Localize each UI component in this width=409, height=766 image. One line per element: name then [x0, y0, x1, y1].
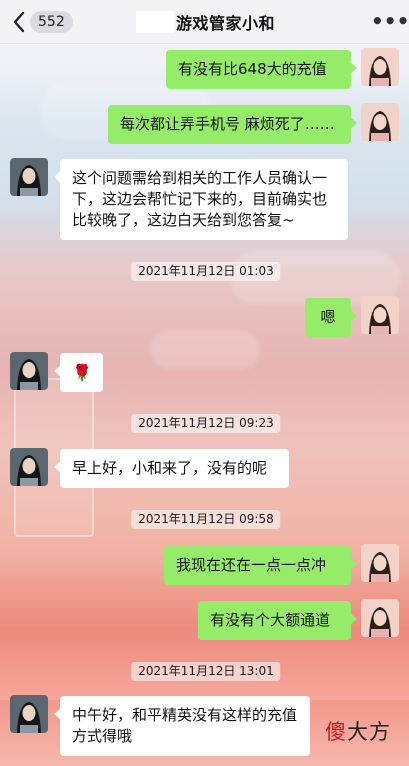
- redacted-name-block: [136, 11, 174, 33]
- timestamp: 2021年11月12日 09:58: [131, 510, 281, 529]
- user-avatar[interactable]: [361, 544, 399, 582]
- message-bubble-received[interactable]: 中午好，和平精英没有这样的充值方式得哦: [54, 696, 310, 756]
- user-avatar[interactable]: [361, 103, 399, 141]
- message-bubble-sent[interactable]: 我现在还在一点一点冲: [164, 546, 357, 585]
- timestamp: 2021年11月12日 09:23: [131, 414, 281, 433]
- chat-title-area: 游戏管家小和: [136, 0, 275, 44]
- watermark-first-char: 傻: [325, 720, 347, 744]
- more-options-icon[interactable]: •••: [371, 11, 409, 33]
- timestamp: 2021年11月12日 13:01: [131, 662, 281, 681]
- contact-avatar[interactable]: [10, 695, 48, 733]
- chat-header: 552 游戏管家小和 •••: [0, 0, 409, 44]
- contact-avatar[interactable]: [10, 352, 48, 390]
- message-bubble-sent[interactable]: 嗯: [305, 298, 357, 337]
- message-bubble-sent[interactable]: 有没有比648大的充值: [166, 50, 357, 89]
- watermark: 傻大方: [325, 716, 391, 746]
- user-avatar[interactable]: [361, 48, 399, 86]
- back-arrow-icon[interactable]: [10, 9, 28, 35]
- timestamp: 2021年11月12日 01:03: [131, 262, 281, 281]
- user-avatar[interactable]: [361, 599, 399, 637]
- message-bubble-sent[interactable]: 每次都让弄手机号 麻烦死了……: [108, 105, 357, 144]
- message-bubble-received[interactable]: 早上好，小和来了，没有的呢: [54, 449, 289, 488]
- background-cloud: [150, 330, 260, 370]
- message-bubble-received[interactable]: 🌹: [54, 353, 103, 392]
- unread-count-badge[interactable]: 552: [30, 11, 73, 33]
- contact-avatar[interactable]: [10, 448, 48, 486]
- message-bubble-sent[interactable]: 有没有个大额通道: [198, 601, 357, 640]
- user-avatar[interactable]: [361, 296, 399, 334]
- watermark-rest: 大方: [347, 720, 391, 744]
- message-bubble-received[interactable]: 这个问题需给到相关的工作人员确认一下，这边会帮忙记下来的，目前确实也比较晚了，这…: [54, 159, 348, 240]
- contact-avatar[interactable]: [10, 158, 48, 196]
- chat-title: 游戏管家小和: [176, 14, 276, 33]
